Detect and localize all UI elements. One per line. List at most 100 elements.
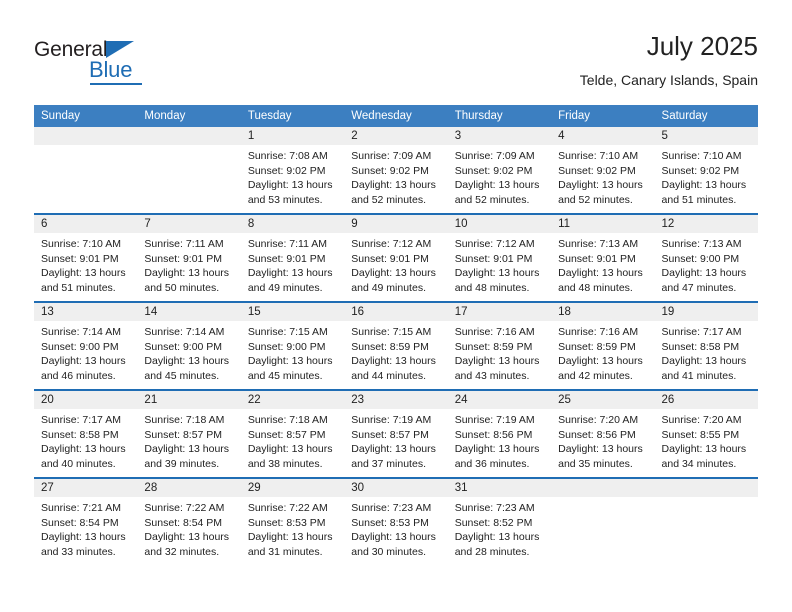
sunrise-text: Sunrise: 7:12 AM bbox=[454, 238, 535, 250]
calendar-day-cell[interactable]: 15 Sunrise: 7:15 AM Sunset: 9:00 PM Dayligh… bbox=[240, 301, 345, 390]
day-number: 26 bbox=[654, 391, 758, 409]
sunrise-text: Sunrise: 7:18 AM bbox=[247, 414, 328, 426]
sunrise-text: Sunrise: 7:09 AM bbox=[351, 150, 432, 162]
day-number: 11 bbox=[551, 215, 655, 233]
sunrise-text: Sunrise: 7:10 AM bbox=[661, 150, 742, 162]
calendar-day-cell[interactable]: 30 Sunrise: 7:23 AM Sunset: 8:53 PM Dayligh… bbox=[344, 477, 448, 565]
day-number bbox=[137, 127, 241, 145]
sunrise-text: Sunrise: 7:16 AM bbox=[454, 326, 535, 338]
sunset-text: Sunset: 8:57 PM bbox=[144, 428, 223, 441]
sunrise-text: Sunrise: 7:10 AM bbox=[41, 238, 121, 250]
calendar-day-cell[interactable]: 8 Sunrise: 7:11 AM Sunset: 9:01 PM Daylight… bbox=[240, 213, 345, 302]
calendar-day-cell[interactable]: 19 Sunrise: 7:17 AM Sunset: 8:58 PM Dayligh… bbox=[654, 301, 758, 390]
day-number: 10 bbox=[447, 215, 552, 233]
daylight-text: Daylight: 13 hours and 43 minutes. bbox=[454, 355, 540, 382]
sunrise-text: Sunrise: 7:18 AM bbox=[144, 414, 225, 426]
day-details: Sunrise: 7:19 AM Sunset: 8:56 PM Daylight:… bbox=[448, 409, 551, 471]
daylight-text: Daylight: 13 hours and 41 minutes. bbox=[661, 355, 747, 382]
sunrise-text: Sunrise: 7:19 AM bbox=[454, 414, 535, 426]
sunset-text: Sunset: 9:01 PM bbox=[247, 252, 326, 265]
calendar-day-cell[interactable]: 10 Sunrise: 7:12 AM Sunset: 9:01 PM Dayligh… bbox=[447, 213, 552, 302]
day-number: 3 bbox=[447, 127, 552, 145]
daylight-text: Daylight: 13 hours and 35 minutes. bbox=[558, 443, 643, 470]
sunrise-text: Sunrise: 7:19 AM bbox=[351, 414, 432, 426]
sunrise-text: Sunrise: 7:10 AM bbox=[558, 150, 639, 162]
calendar-day-cell[interactable]: 26 Sunrise: 7:20 AM Sunset: 8:55 PM Dayligh… bbox=[654, 389, 758, 478]
daylight-text: Daylight: 13 hours and 45 minutes. bbox=[144, 355, 230, 382]
calendar-day-cell[interactable]: 12 Sunrise: 7:13 AM Sunset: 9:00 PM Dayligh… bbox=[654, 213, 758, 302]
calendar-day-cell[interactable]: 23 Sunrise: 7:19 AM Sunset: 8:57 PM Dayligh… bbox=[344, 389, 448, 478]
sunset-text: Sunset: 8:53 PM bbox=[247, 516, 326, 529]
calendar-day-cell[interactable]: 13 Sunrise: 7:14 AM Sunset: 9:00 PM Dayligh… bbox=[34, 301, 138, 390]
sunset-text: Sunset: 9:02 PM bbox=[351, 164, 429, 177]
calendar-day-cell[interactable]: 29 Sunrise: 7:22 AM Sunset: 8:53 PM Dayligh… bbox=[240, 477, 345, 565]
daylight-text: Daylight: 13 hours and 39 minutes. bbox=[144, 443, 230, 470]
day-number bbox=[654, 479, 758, 497]
daylight-text: Daylight: 13 hours and 52 minutes. bbox=[558, 179, 643, 206]
daylight-text: Daylight: 13 hours and 49 minutes. bbox=[351, 267, 436, 294]
daylight-text: Daylight: 13 hours and 49 minutes. bbox=[247, 267, 333, 294]
calendar-day-cell[interactable]: 9 Sunrise: 7:12 AM Sunset: 9:01 PM Daylight… bbox=[344, 213, 448, 302]
sunset-text: Sunset: 8:55 PM bbox=[661, 428, 740, 441]
daylight-text: Daylight: 13 hours and 50 minutes. bbox=[144, 267, 230, 294]
page-title: July 2025 bbox=[646, 31, 758, 61]
day-number bbox=[551, 479, 655, 497]
calendar-week-row: 20 Sunrise: 7:17 AM Sunset: 8:58 PM Dayligh… bbox=[34, 389, 758, 478]
sunset-text: Sunset: 8:57 PM bbox=[351, 428, 429, 441]
calendar-day-cell[interactable]: 28 Sunrise: 7:22 AM Sunset: 8:54 PM Dayligh… bbox=[137, 477, 241, 565]
daylight-text: Daylight: 13 hours and 33 minutes. bbox=[41, 531, 126, 558]
sunset-text: Sunset: 8:54 PM bbox=[144, 516, 223, 529]
day-number: 9 bbox=[344, 215, 448, 233]
calendar-day-cell[interactable]: 3 Sunrise: 7:09 AM Sunset: 9:02 PM Daylight… bbox=[447, 127, 552, 214]
calendar-day-cell[interactable]: 21 Sunrise: 7:18 AM Sunset: 8:57 PM Dayligh… bbox=[137, 389, 241, 478]
calendar-day-cell[interactable]: 24 Sunrise: 7:19 AM Sunset: 8:56 PM Dayligh… bbox=[447, 389, 552, 478]
calendar-body: 1 Sunrise: 7:08 AM Sunset: 9:02 PM Daylight… bbox=[34, 127, 758, 565]
sunset-text: Sunset: 8:58 PM bbox=[41, 428, 119, 441]
sunrise-text: Sunrise: 7:17 AM bbox=[41, 414, 121, 426]
day-details bbox=[655, 497, 758, 501]
calendar-day-cell[interactable]: 6 Sunrise: 7:10 AM Sunset: 9:01 PM Daylight… bbox=[34, 213, 138, 302]
sunset-text: Sunset: 9:01 PM bbox=[454, 252, 533, 265]
day-details: Sunrise: 7:16 AM Sunset: 8:59 PM Daylight:… bbox=[448, 321, 551, 383]
weekday-header-wednesday: Wednesday bbox=[344, 105, 448, 127]
day-details: Sunrise: 7:20 AM Sunset: 8:55 PM Daylight:… bbox=[655, 409, 758, 471]
daylight-text: Daylight: 13 hours and 36 minutes. bbox=[454, 443, 540, 470]
day-details: Sunrise: 7:18 AM Sunset: 8:57 PM Daylight:… bbox=[241, 409, 344, 471]
sunrise-text: Sunrise: 7:15 AM bbox=[351, 326, 432, 338]
daylight-text: Daylight: 13 hours and 48 minutes. bbox=[454, 267, 540, 294]
calendar-day-cell[interactable]: 1 Sunrise: 7:08 AM Sunset: 9:02 PM Daylight… bbox=[240, 127, 345, 214]
day-number: 7 bbox=[137, 215, 241, 233]
day-details: Sunrise: 7:15 AM Sunset: 8:59 PM Daylight:… bbox=[344, 321, 447, 383]
title-block: July 2025 Telde, Canary Islands, Spain bbox=[580, 30, 758, 90]
calendar-day-cell[interactable]: 18 Sunrise: 7:16 AM Sunset: 8:59 PM Dayligh… bbox=[551, 301, 655, 390]
sunset-text: Sunset: 8:59 PM bbox=[558, 340, 636, 353]
calendar-day-cell[interactable]: 27 Sunrise: 7:21 AM Sunset: 8:54 PM Dayligh… bbox=[34, 477, 138, 565]
calendar-day-cell[interactable]: 4 Sunrise: 7:10 AM Sunset: 9:02 PM Daylight… bbox=[551, 127, 655, 214]
logo-text-blue: Blue bbox=[89, 57, 133, 82]
calendar-day-cell[interactable]: 16 Sunrise: 7:15 AM Sunset: 8:59 PM Dayligh… bbox=[344, 301, 448, 390]
calendar-day-cell[interactable]: 2 Sunrise: 7:09 AM Sunset: 9:02 PM Daylight… bbox=[344, 127, 448, 214]
calendar-day-cell[interactable]: 14 Sunrise: 7:14 AM Sunset: 9:00 PM Dayligh… bbox=[137, 301, 241, 390]
day-number: 31 bbox=[447, 479, 552, 497]
day-number: 14 bbox=[137, 303, 241, 321]
calendar-day-cell[interactable]: 20 Sunrise: 7:17 AM Sunset: 8:58 PM Dayligh… bbox=[34, 389, 138, 478]
calendar-day-cell[interactable]: 31 Sunrise: 7:23 AM Sunset: 8:52 PM Dayligh… bbox=[447, 477, 552, 565]
day-details: Sunrise: 7:14 AM Sunset: 9:00 PM Daylight:… bbox=[137, 321, 240, 383]
weekday-header-tuesday: Tuesday bbox=[240, 105, 345, 127]
calendar-day-cell[interactable]: 25 Sunrise: 7:20 AM Sunset: 8:56 PM Dayligh… bbox=[551, 389, 655, 478]
calendar-day-cell[interactable]: 7 Sunrise: 7:11 AM Sunset: 9:01 PM Daylight… bbox=[137, 213, 241, 302]
general-blue-logo[interactable]: General Blue bbox=[34, 38, 214, 94]
sunrise-text: Sunrise: 7:16 AM bbox=[558, 326, 639, 338]
day-number: 12 bbox=[654, 215, 758, 233]
day-number: 6 bbox=[34, 215, 138, 233]
day-number: 30 bbox=[344, 479, 448, 497]
day-number: 8 bbox=[240, 215, 345, 233]
calendar-empty-cell bbox=[551, 477, 655, 565]
day-details: Sunrise: 7:10 AM Sunset: 9:01 PM Daylight:… bbox=[34, 233, 137, 295]
calendar-day-cell[interactable]: 5 Sunrise: 7:10 AM Sunset: 9:02 PM Daylight… bbox=[654, 127, 758, 214]
day-details: Sunrise: 7:08 AM Sunset: 9:02 PM Daylight:… bbox=[241, 145, 344, 207]
calendar-day-cell[interactable]: 11 Sunrise: 7:13 AM Sunset: 9:01 PM Dayligh… bbox=[551, 213, 655, 302]
day-number: 19 bbox=[654, 303, 758, 321]
calendar-day-cell[interactable]: 17 Sunrise: 7:16 AM Sunset: 8:59 PM Dayligh… bbox=[447, 301, 552, 390]
calendar-day-cell[interactable]: 22 Sunrise: 7:18 AM Sunset: 8:57 PM Dayligh… bbox=[240, 389, 345, 478]
